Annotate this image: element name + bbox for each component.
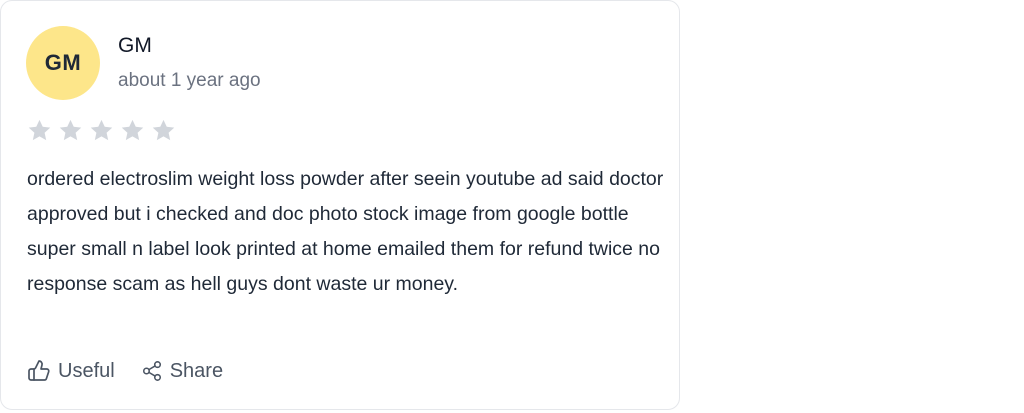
useful-button[interactable]: Useful <box>27 359 115 383</box>
review-timestamp: about 1 year ago <box>118 70 261 91</box>
share-icon <box>142 361 161 381</box>
useful-label: Useful <box>58 359 115 382</box>
star-icon <box>121 119 144 141</box>
star-icon <box>28 119 51 141</box>
review-body: ordered electroslim weight loss powder a… <box>27 168 664 295</box>
author-name[interactable]: GM <box>118 34 152 58</box>
avatar: GM <box>26 26 100 100</box>
share-button[interactable]: Share <box>141 360 223 383</box>
star-rating <box>27 118 176 143</box>
star-icon <box>90 119 113 141</box>
star-icon <box>59 119 82 141</box>
review-actions: Useful Share <box>27 359 223 383</box>
share-label: Share <box>169 359 224 382</box>
review-card: GM GM about 1 year ago ordered electrosl… <box>0 0 680 410</box>
thumbs-up-icon <box>28 360 50 381</box>
star-icon <box>152 119 175 141</box>
